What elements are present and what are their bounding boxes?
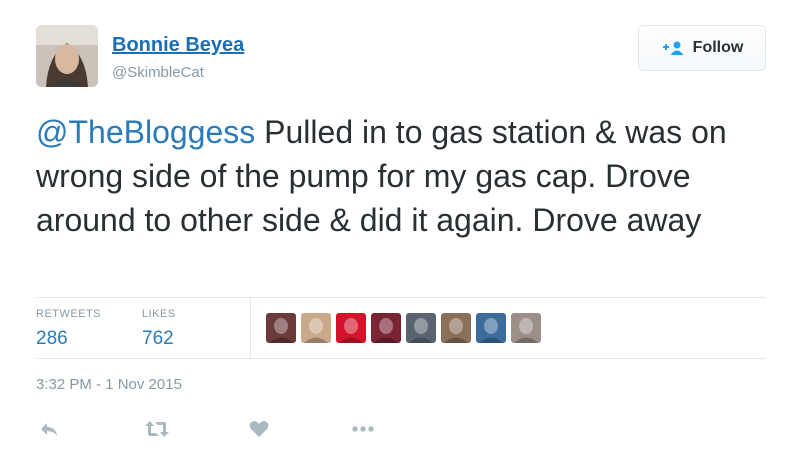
- stats-divider: [250, 298, 251, 358]
- likes-label: LIKES: [142, 308, 176, 320]
- liker-avatar[interactable]: [511, 313, 541, 343]
- liker-avatar[interactable]: [406, 313, 436, 343]
- retweets-count: 286: [36, 328, 68, 349]
- like-icon[interactable]: [248, 418, 270, 445]
- liker-avatar[interactable]: [336, 313, 366, 343]
- user-handle: @SkimbleCat: [112, 64, 204, 81]
- liker-avatar[interactable]: [266, 313, 296, 343]
- likes-stat[interactable]: LIKES 762: [142, 308, 176, 350]
- liker-avatar[interactable]: [371, 313, 401, 343]
- retweet-icon[interactable]: [144, 418, 170, 445]
- tweet-stats: RETWEETS 286 LIKES 762: [36, 297, 766, 359]
- liker-avatars: [266, 313, 541, 343]
- retweets-label: RETWEETS: [36, 308, 102, 320]
- follow-button-label: Follow: [692, 39, 744, 56]
- likes-count: 762: [142, 328, 174, 349]
- liker-avatar[interactable]: [441, 313, 471, 343]
- retweets-stat[interactable]: RETWEETS 286: [36, 308, 101, 350]
- mention-link[interactable]: @TheBloggess: [36, 114, 255, 150]
- liker-avatar[interactable]: [476, 313, 506, 343]
- liker-avatar[interactable]: [301, 313, 331, 343]
- tweet-header: Bonnie Beyea @SkimbleCat Follow: [36, 25, 766, 89]
- follow-button[interactable]: Follow: [638, 25, 766, 71]
- more-icon[interactable]: [350, 418, 376, 445]
- user-name-link[interactable]: Bonnie Beyea: [112, 34, 244, 57]
- tweet-timestamp[interactable]: 3:32 PM - 1 Nov 2015: [36, 376, 182, 393]
- tweet-text: @TheBloggess Pulled in to gas station & …: [36, 110, 766, 242]
- reply-icon[interactable]: [38, 418, 60, 445]
- user-avatar[interactable]: [36, 25, 98, 87]
- add-user-icon: [661, 40, 685, 56]
